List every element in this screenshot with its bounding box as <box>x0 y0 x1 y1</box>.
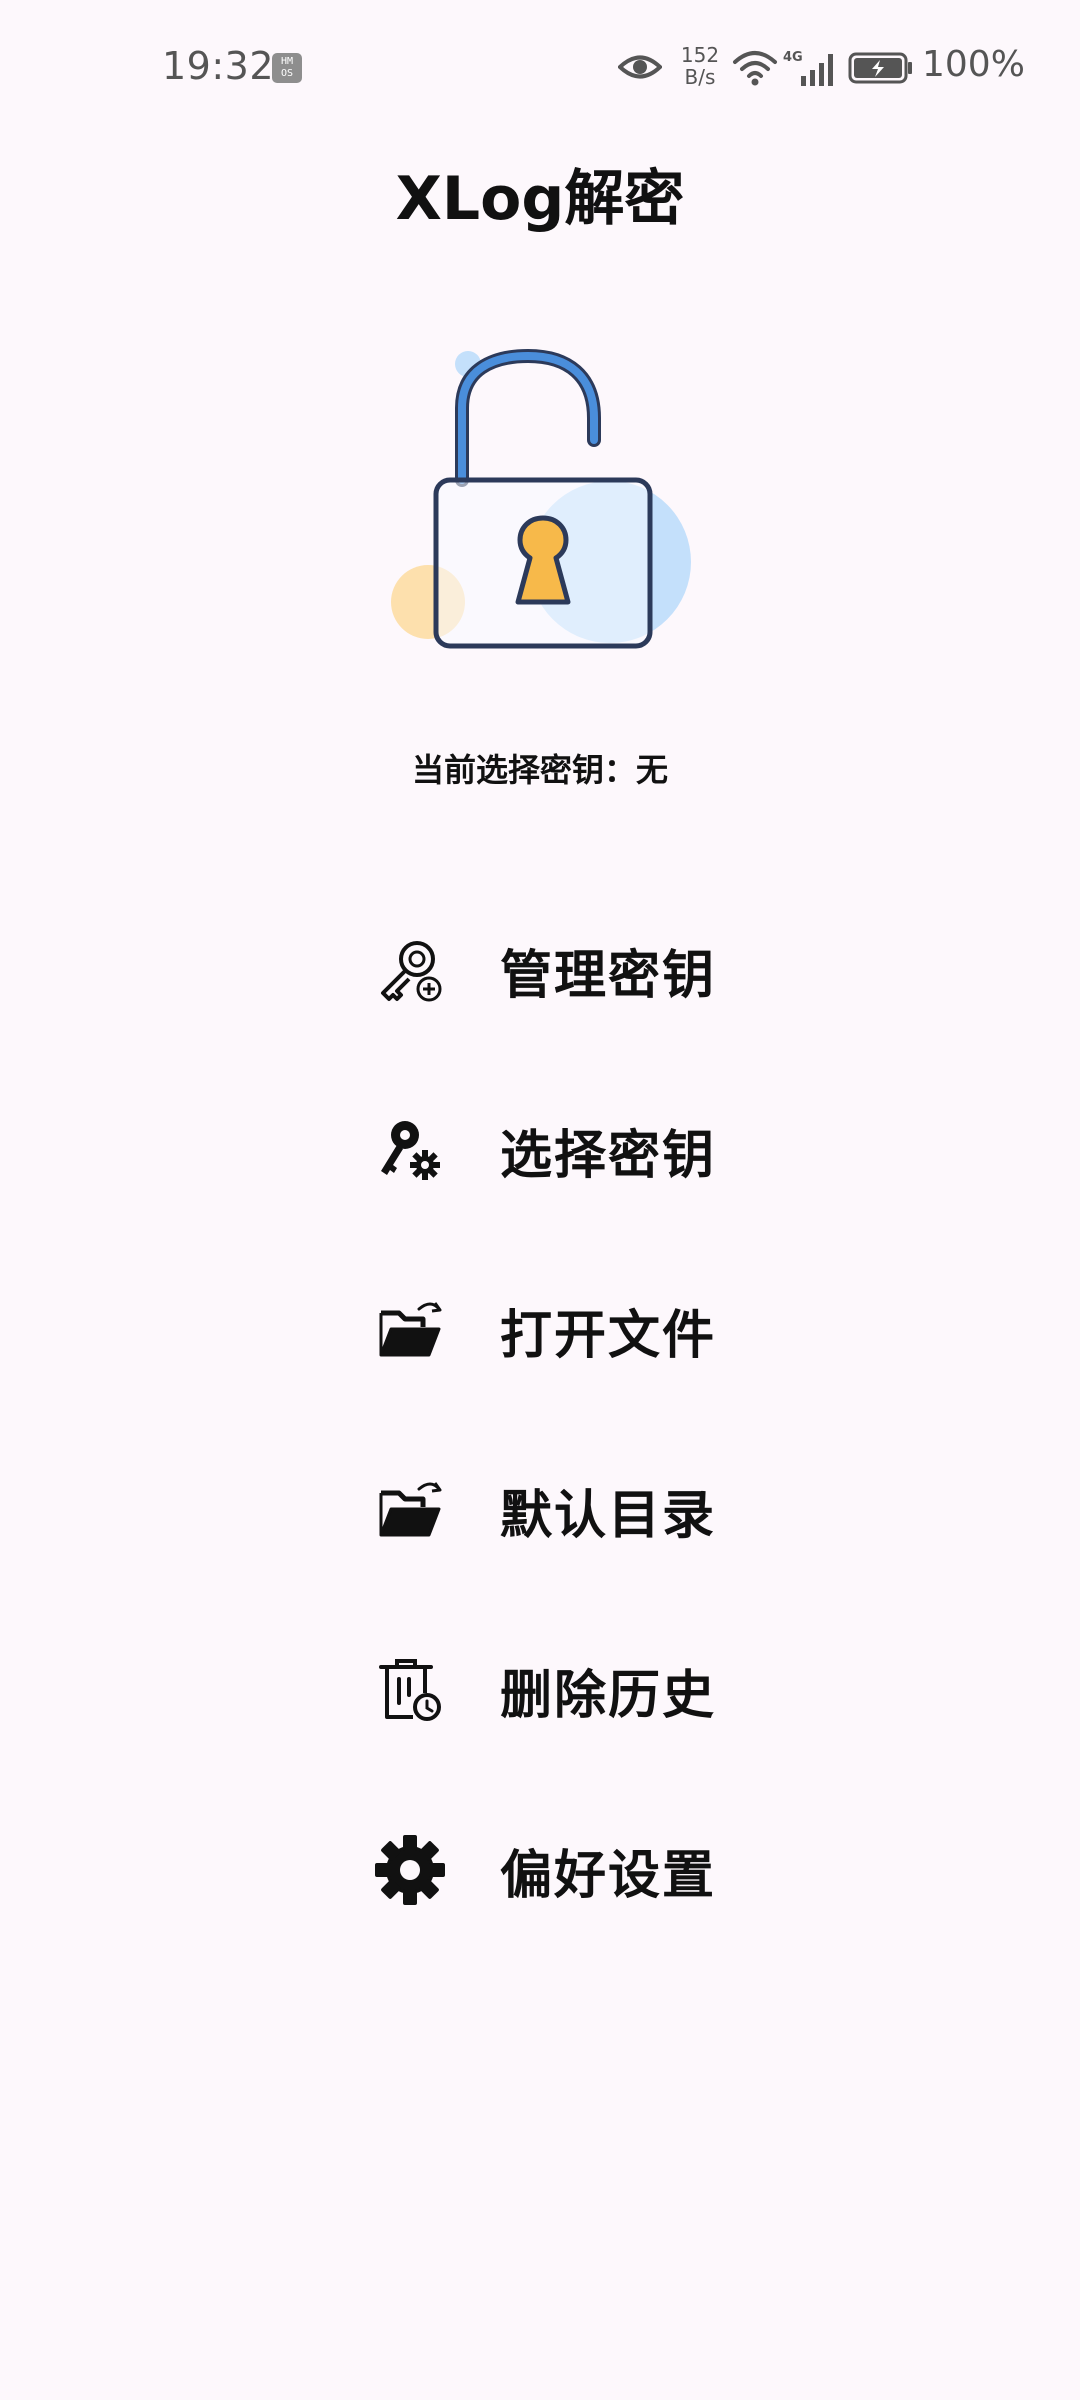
page-title: XLog解密 <box>395 164 685 234</box>
menu-item-label: 默认目录 <box>500 1485 717 1546</box>
trash-history-icon <box>370 1650 450 1730</box>
net-speed: 152 B/s <box>678 44 722 88</box>
menu-item-label: 选择密钥 <box>500 1125 717 1186</box>
menu-item-delete-history[interactable]: 删除历史 <box>370 1600 770 1780</box>
signal-4g-icon: 4G <box>783 50 833 86</box>
gear-icon <box>370 1830 450 1910</box>
main-menu: 管理密钥 选择密钥 打开文件 默认目录 删除历史 偏好设置 <box>370 880 770 1960</box>
app-screen: 19:32 HM OS 152 B/s 4G 100% XLog解密 当前选择密… <box>0 0 1080 2400</box>
menu-item-preferences[interactable]: 偏好设置 <box>370 1780 770 1960</box>
wifi-icon <box>733 51 777 86</box>
current-key-status: 当前选择密钥：无 <box>411 751 668 789</box>
menu-item-open-file[interactable]: 打开文件 <box>370 1240 770 1420</box>
net-speed-value: 152 <box>680 43 720 67</box>
hmos-badge-icon: HM OS <box>272 53 302 83</box>
battery-charging-icon <box>848 52 912 84</box>
status-time: 19:32 <box>162 44 275 88</box>
eye-icon <box>618 55 662 79</box>
menu-item-select-key[interactable]: 选择密钥 <box>370 1060 770 1240</box>
menu-item-label: 打开文件 <box>500 1305 717 1366</box>
battery-percent: 100% <box>922 44 1025 85</box>
svg-text:4G: 4G <box>783 50 803 65</box>
menu-item-manage-keys[interactable]: 管理密钥 <box>370 880 770 1060</box>
folder-default-icon <box>370 1470 450 1550</box>
folder-open-icon <box>370 1290 450 1370</box>
menu-item-label: 删除历史 <box>500 1665 717 1726</box>
key-settings-icon <box>370 1110 450 1190</box>
menu-item-label: 管理密钥 <box>500 945 717 1006</box>
status-bar: 19:32 HM OS 152 B/s 4G 100% <box>0 0 1080 140</box>
unlocked-padlock-icon <box>391 348 691 649</box>
net-speed-unit: B/s <box>684 65 716 89</box>
menu-item-default-directory[interactable]: 默认目录 <box>370 1420 770 1600</box>
key-add-icon <box>370 930 450 1010</box>
menu-item-label: 偏好设置 <box>500 1845 717 1906</box>
